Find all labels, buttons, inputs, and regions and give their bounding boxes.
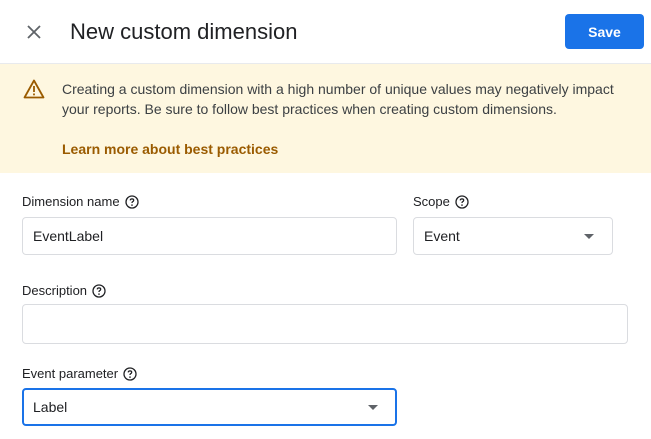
- dimension-name-label: Dimension name: [22, 194, 139, 209]
- dropdown-arrow-icon: [368, 404, 378, 410]
- learn-more-link[interactable]: Learn more about best practices: [62, 141, 278, 157]
- scope-label-text: Scope: [413, 194, 450, 209]
- save-button[interactable]: Save: [565, 14, 644, 49]
- description-label: Description: [22, 283, 106, 298]
- scope-label: Scope: [413, 194, 469, 209]
- event-parameter-value: Label: [33, 399, 68, 415]
- help-icon[interactable]: [123, 366, 137, 381]
- description-label-text: Description: [22, 283, 88, 298]
- scope-select[interactable]: Event: [413, 217, 613, 255]
- dimension-name-input[interactable]: [22, 217, 397, 255]
- dimension-name-label-text: Dimension name: [22, 194, 120, 209]
- event-parameter-label-text: Event parameter: [22, 366, 119, 381]
- help-icon[interactable]: [455, 194, 469, 209]
- close-icon: [27, 25, 41, 39]
- warning-text: Creating a custom dimension with a high …: [62, 81, 614, 117]
- scope-value: Event: [424, 228, 460, 244]
- event-parameter-label: Event parameter: [22, 366, 137, 381]
- close-button[interactable]: [20, 18, 48, 46]
- dialog-header: New custom dimension Save: [0, 0, 651, 64]
- warning-icon: [23, 79, 45, 99]
- event-parameter-select[interactable]: Label: [22, 388, 397, 426]
- help-icon[interactable]: [92, 283, 106, 298]
- description-input[interactable]: [22, 304, 628, 344]
- page-title: New custom dimension: [70, 19, 298, 44]
- help-icon[interactable]: [124, 194, 139, 209]
- dropdown-arrow-icon: [584, 233, 594, 239]
